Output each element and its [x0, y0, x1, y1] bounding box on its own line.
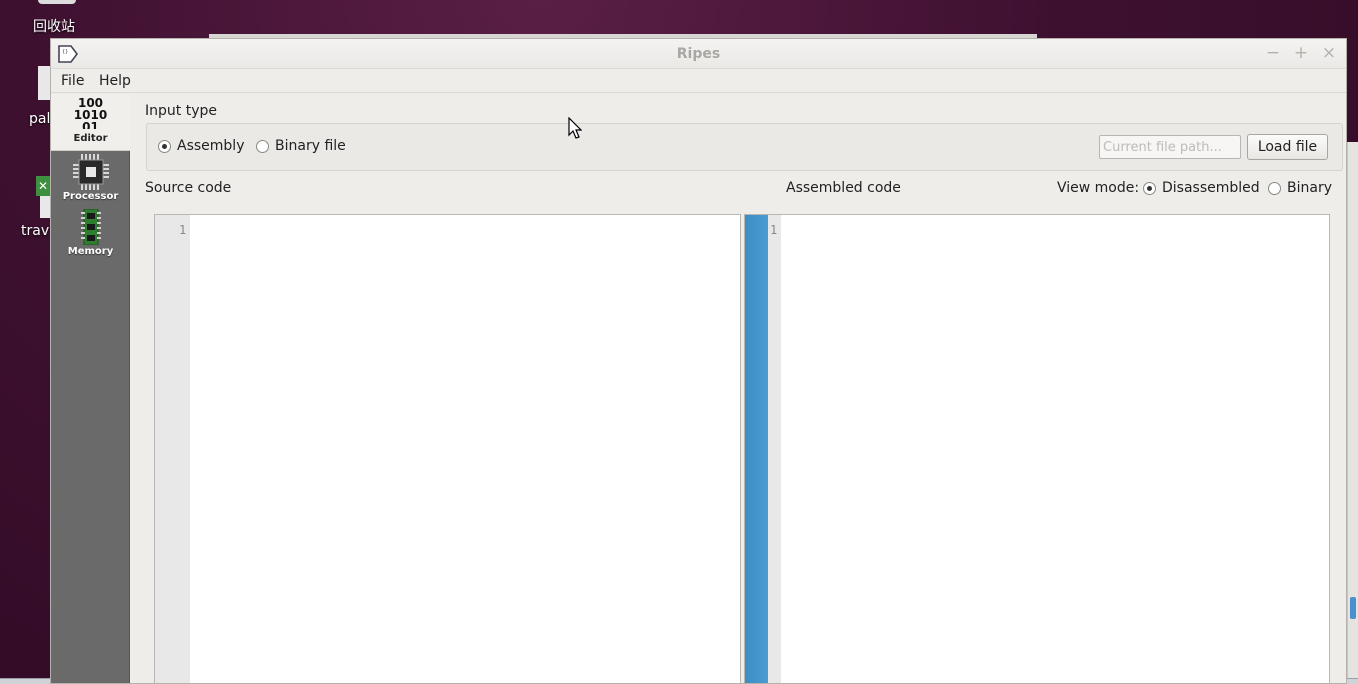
- background-window-scrollbar[interactable]: [1347, 142, 1358, 684]
- tab-editor[interactable]: 100 1010 01 Editor: [51, 94, 130, 151]
- close-button[interactable]: ×: [1319, 43, 1339, 63]
- source-code-title: Source code: [145, 180, 232, 196]
- source-line-gutter: [155, 215, 190, 683]
- desktop-file-icon-2: [40, 196, 50, 218]
- tab-memory[interactable]: Memory: [51, 207, 130, 261]
- view-mode-label: View mode:: [1057, 180, 1140, 196]
- input-type-group: Assembly Binary file Load file: [146, 123, 1343, 171]
- file-path-input[interactable]: [1099, 135, 1241, 159]
- editor-binary-icon: 100 1010 01: [51, 94, 130, 129]
- menu-bar: File Help: [51, 70, 1346, 93]
- desktop-file-label-2[interactable]: trav: [21, 223, 49, 239]
- tab-editor-label: Editor: [73, 133, 108, 144]
- disassembled-radio[interactable]: Disassembled: [1143, 180, 1260, 196]
- processor-chip-icon: [72, 154, 109, 190]
- scrollbar-thumb[interactable]: [1350, 597, 1356, 619]
- editor-icon-line-2: 1010: [73, 108, 108, 122]
- binary-file-radio-label: Binary file: [275, 138, 346, 154]
- assembled-line-number: 1: [770, 223, 778, 237]
- binary-file-radio-indicator[interactable]: [256, 139, 269, 153]
- load-file-button[interactable]: Load file: [1247, 134, 1328, 160]
- assembled-code-title: Assembled code: [786, 180, 901, 196]
- breakpoint-area[interactable]: [745, 215, 768, 683]
- binary-radio[interactable]: Binary: [1268, 180, 1332, 196]
- window-title: Ripes: [676, 46, 721, 62]
- tab-processor-label: Processor: [62, 191, 119, 202]
- desktop-trash-label[interactable]: 回收站: [33, 16, 75, 36]
- memory-module-icon: [80, 209, 101, 245]
- disassembled-radio-label: Disassembled: [1162, 180, 1260, 196]
- source-line-number: 1: [179, 223, 187, 237]
- binary-radio-label: Binary: [1287, 180, 1332, 196]
- menu-help[interactable]: Help: [99, 73, 131, 89]
- assembled-line-gutter: [768, 215, 781, 683]
- mouse-cursor-icon: [568, 117, 582, 139]
- source-code-editor[interactable]: 1: [154, 214, 741, 683]
- binary-file-radio[interactable]: Binary file: [256, 138, 346, 154]
- tab-processor[interactable]: Processor: [51, 152, 130, 206]
- assembled-code-view[interactable]: 1: [744, 214, 1330, 683]
- assembly-radio[interactable]: Assembly: [158, 138, 244, 154]
- assembly-radio-label: Assembly: [177, 138, 245, 154]
- assembly-radio-indicator[interactable]: [158, 139, 171, 153]
- menu-file[interactable]: File: [61, 73, 84, 89]
- editor-icon-line-3: 01: [82, 121, 99, 129]
- minimize-button[interactable]: −: [1263, 43, 1283, 63]
- spreadsheet-icon[interactable]: ✕: [36, 176, 50, 196]
- mode-tab-bar: 100 1010 01 Editor Processor Memory: [51, 94, 130, 683]
- disassembled-radio-indicator[interactable]: [1143, 181, 1156, 195]
- trash-icon[interactable]: [38, 0, 76, 4]
- title-bar[interactable]: {} Ripes − + ×: [51, 39, 1346, 69]
- input-type-title: Input type: [145, 103, 217, 119]
- tab-memory-label: Memory: [67, 246, 114, 257]
- desktop-file-label[interactable]: pal: [29, 111, 50, 127]
- maximize-button[interactable]: +: [1291, 43, 1311, 63]
- binary-radio-indicator[interactable]: [1268, 181, 1281, 195]
- ripes-window: {} Ripes − + × File Help 100 1010 01 Edi…: [50, 38, 1347, 684]
